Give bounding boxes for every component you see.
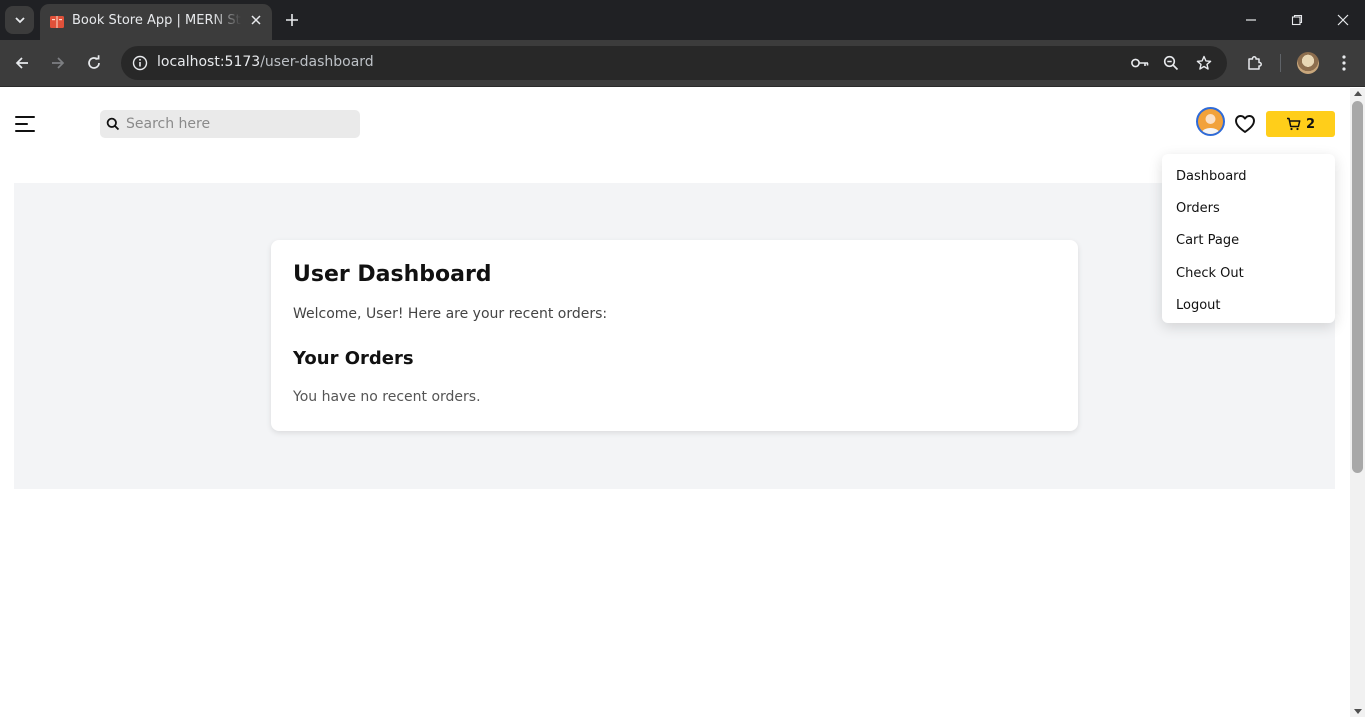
star-icon [1196, 55, 1212, 70]
page-viewport: 2 User Dashboard Welcome, User! Here are… [0, 88, 1350, 717]
minimize-button[interactable] [1239, 8, 1263, 32]
restore-icon [1291, 14, 1303, 26]
welcome-text: Welcome, User! Here are your recent orde… [293, 306, 608, 322]
scroll-up-arrow[interactable] [1354, 91, 1362, 96]
browser-tab[interactable]: Book Store App | MERN Stack Project [40, 4, 272, 40]
orders-heading: Your Orders [293, 348, 414, 369]
menu-item-cart-page[interactable]: Cart Page [1162, 225, 1335, 257]
close-window-button[interactable] [1331, 8, 1355, 32]
user-dropdown-menu: Dashboard Orders Cart Page Check Out Log… [1162, 154, 1335, 323]
zoom-button[interactable] [1159, 51, 1183, 75]
user-avatar-icon[interactable] [1196, 107, 1225, 136]
hamburger-menu-icon[interactable] [15, 116, 35, 132]
more-vertical-icon [1342, 55, 1346, 71]
browser-menu-button[interactable] [1332, 51, 1356, 75]
url-host: localhost:5173 [157, 54, 261, 70]
restore-button[interactable] [1285, 8, 1309, 32]
search-icon [106, 117, 120, 131]
puzzle-icon [1248, 56, 1262, 70]
dashboard-section: User Dashboard Welcome, User! Here are y… [14, 183, 1335, 489]
tab-title: Book Store App | MERN Stack Project [72, 13, 242, 28]
search-bar [100, 110, 360, 138]
heart-icon[interactable] [1234, 114, 1256, 134]
page-title: User Dashboard [293, 262, 492, 287]
empty-orders-message: You have no recent orders. [293, 389, 481, 405]
info-icon [132, 55, 148, 71]
forward-button[interactable] [46, 51, 70, 75]
cart-button[interactable]: 2 [1266, 111, 1335, 137]
url-text[interactable]: localhost:5173/user-dashboard [157, 54, 374, 70]
menu-item-dashboard[interactable]: Dashboard [1162, 160, 1335, 192]
dashboard-card: User Dashboard Welcome, User! Here are y… [271, 240, 1078, 431]
toolbar-separator [1280, 54, 1281, 72]
cart-count: 2 [1305, 116, 1316, 132]
close-icon [251, 15, 261, 25]
close-icon [1337, 14, 1349, 26]
reload-icon [88, 55, 100, 69]
chevron-down-icon [14, 17, 25, 24]
arrow-left-icon [15, 57, 28, 69]
menu-item-check-out[interactable]: Check Out [1162, 257, 1335, 289]
extensions-button[interactable] [1243, 51, 1267, 75]
search-input[interactable] [126, 110, 356, 138]
tab-list-button[interactable] [5, 6, 34, 34]
arrow-right-icon [52, 57, 65, 69]
minimize-icon [1246, 19, 1256, 21]
password-button[interactable] [1128, 51, 1152, 75]
browser-tab-bar: Book Store App | MERN Stack Project [0, 0, 1365, 40]
page-scrollbar[interactable] [1350, 88, 1365, 717]
user-silhouette-icon [1198, 109, 1223, 134]
new-tab-button[interactable] [282, 10, 302, 30]
menu-item-logout[interactable]: Logout [1162, 289, 1335, 321]
plus-icon [286, 14, 298, 26]
url-path: /user-dashboard [260, 54, 374, 70]
back-button[interactable] [10, 51, 34, 75]
menu-item-orders[interactable]: Orders [1162, 192, 1335, 224]
reload-button[interactable] [82, 51, 106, 75]
zoom-icon [1163, 55, 1179, 71]
address-bar[interactable]: localhost:5173/user-dashboard [121, 46, 1227, 80]
scrollbar-thumb[interactable] [1352, 101, 1363, 473]
site-info-button[interactable] [127, 50, 153, 76]
tab-close-button[interactable] [248, 12, 264, 28]
profile-avatar-icon[interactable] [1297, 52, 1319, 74]
browser-toolbar: localhost:5173/user-dashboard [0, 40, 1365, 87]
book-favicon-icon [50, 16, 64, 28]
bookmark-button[interactable] [1192, 51, 1216, 75]
scroll-down-arrow[interactable] [1354, 709, 1362, 714]
cart-icon [1286, 117, 1301, 131]
key-icon [1131, 58, 1149, 68]
